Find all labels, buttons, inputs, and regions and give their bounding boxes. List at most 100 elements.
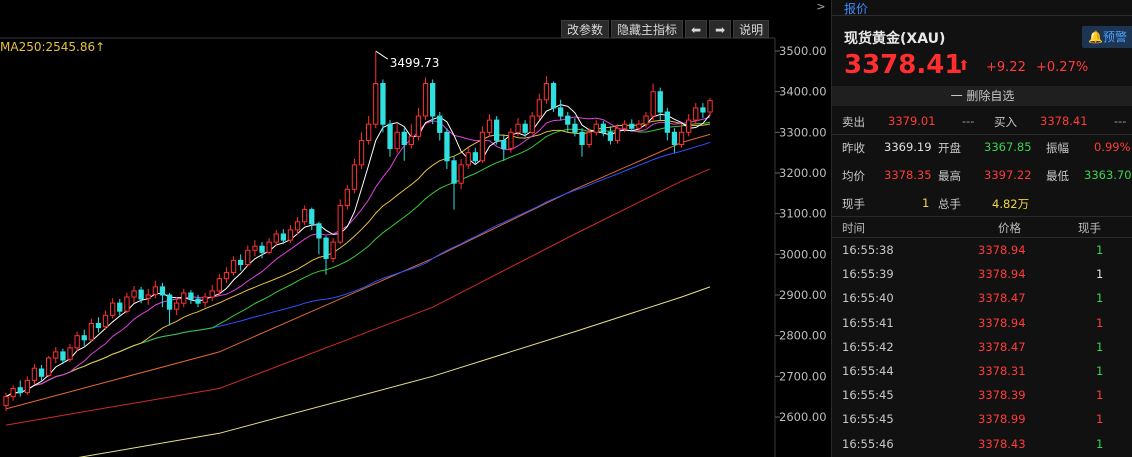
candle-body (323, 237, 329, 259)
y-tick-label: 2900.00 (779, 288, 827, 302)
candle-body (508, 131, 514, 150)
candle-body (536, 99, 543, 117)
tick-price: 3378.94 (978, 243, 1026, 257)
ma-line-20 (5, 120, 711, 398)
candle-body (17, 387, 23, 394)
candle-body (195, 298, 201, 304)
scroll-right-button[interactable]: ➡ (709, 20, 732, 38)
ma-line-red_180 (5, 168, 711, 426)
current-volume-label: 现手 (842, 197, 865, 211)
candle-body (3, 396, 9, 407)
y-tick-label: 3300.00 (779, 125, 827, 139)
candle-body (451, 160, 457, 184)
low-label: 最低 (1046, 169, 1069, 183)
candle-body (678, 131, 685, 146)
tick-header-price: 价格 (998, 221, 1021, 235)
candle-body (88, 323, 94, 341)
tick-row[interactable]: 16:55:38 3378.94 1 (832, 240, 1132, 262)
candle-body (394, 131, 400, 150)
tick-row[interactable]: 16:55:45 3378.99 1 (832, 409, 1132, 431)
remove-watchlist-button[interactable]: 一 删除自选 (832, 86, 1132, 106)
tick-volume: 1 (1096, 436, 1104, 451)
tick-volume: 1 (1096, 339, 1104, 354)
candle-body (280, 233, 287, 241)
ma-line-30 (5, 121, 711, 398)
tick-time: 16:55:45 (842, 412, 894, 427)
ma-line-orange_120 (5, 133, 711, 410)
candle-body (188, 292, 194, 300)
candle-body (344, 188, 351, 207)
tick-header-volume: 现手 (1078, 221, 1101, 235)
candle-body (543, 83, 550, 101)
y-tick-label: 3000.00 (779, 247, 827, 261)
candle-body (671, 131, 678, 146)
tick-price: 3378.31 (978, 364, 1026, 378)
y-tick-label: 3100.00 (779, 207, 827, 221)
candle-body (650, 91, 656, 117)
candle-body (607, 131, 614, 141)
tick-price: 3378.94 (978, 267, 1026, 282)
alert-button[interactable]: 🔔预警 (1082, 26, 1132, 48)
candle-body (309, 209, 315, 225)
high-value: 3397.22 (984, 168, 1032, 182)
tick-volume: 1 (1096, 243, 1104, 257)
candle-body (273, 233, 279, 243)
candle-body (494, 119, 500, 141)
ma-line-5 (5, 104, 711, 398)
candle-body (572, 123, 578, 133)
candle-body (330, 241, 336, 259)
max-marker-label: 3499.73 (390, 56, 440, 70)
candle-body (565, 115, 571, 125)
candle-body (252, 245, 258, 251)
tick-row[interactable]: 16:55:46 3378.43 1 (832, 434, 1132, 456)
tick-row[interactable]: 16:55:41 3378.94 1 (832, 313, 1132, 335)
prev-close-value: 3369.19 (884, 140, 932, 154)
candle-body (152, 286, 158, 295)
tick-row[interactable]: 16:55:40 3378.47 1 (832, 288, 1132, 310)
tick-price: 3378.94 (978, 315, 1026, 330)
candle-body (373, 83, 379, 125)
candle-body (230, 259, 237, 274)
chart-canvas[interactable]: 2600.00 2700.00 2800.00 2900.00 3000.00 3100.… (0, 0, 830, 457)
ma-line-60 (5, 141, 711, 398)
candle-body (259, 245, 265, 253)
tick-price: 3378.47 (978, 339, 1026, 354)
candle-body (31, 367, 38, 381)
tick-row[interactable]: 16:55:39 3378.94 1 (832, 264, 1132, 286)
candle-body (124, 296, 130, 312)
candle-body (558, 107, 564, 117)
candle-body (131, 290, 137, 298)
candle-body (550, 83, 557, 109)
candle-body (579, 131, 585, 146)
edit-params-button[interactable]: 改参数 (561, 20, 610, 38)
candle-body (24, 379, 31, 394)
tick-time: 16:55:38 (842, 243, 894, 257)
candle-body (223, 272, 230, 280)
candle-body (430, 83, 436, 117)
tick-volume: 1 (1096, 315, 1104, 330)
candle-body (501, 140, 507, 150)
candle-body (465, 152, 471, 166)
candle-body (181, 292, 187, 304)
candle-body (302, 209, 308, 223)
tick-row[interactable]: 16:55:44 3378.31 1 (832, 361, 1132, 383)
candle-body (529, 115, 535, 133)
instrument-title: 现货黄金(XAU) (844, 31, 946, 47)
help-button[interactable]: 说明 (733, 20, 770, 38)
candle-body (366, 123, 372, 141)
scroll-left-button[interactable]: ⬅ (685, 20, 708, 38)
divider (832, 216, 1132, 217)
y-tick-label: 2800.00 (779, 329, 827, 343)
candle-body (693, 107, 699, 121)
current-volume-value: 1 (922, 196, 930, 210)
candle-body (174, 302, 180, 310)
tick-row[interactable]: 16:55:45 3378.39 1 (832, 385, 1132, 407)
candlestick-chart[interactable]: 2600.00 2700.00 2800.00 2900.00 3000.00 3100.… (0, 0, 830, 457)
chevron-right-icon[interactable]: > (812, 0, 830, 14)
total-volume-label: 总手 (938, 197, 961, 211)
divider (832, 134, 1132, 135)
y-tick-label: 3500.00 (779, 44, 827, 58)
tick-row[interactable]: 16:55:42 3378.47 1 (832, 337, 1132, 359)
candle-body (622, 123, 628, 129)
hide-indicator-button[interactable]: 隐藏主指标 (611, 20, 684, 38)
